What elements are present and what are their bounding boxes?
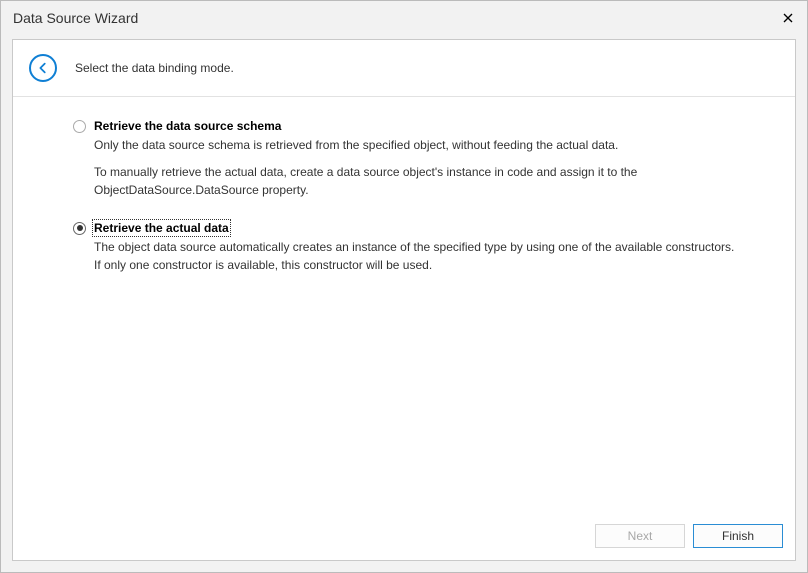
option-schema: Retrieve the data source schema Only the…	[73, 119, 735, 199]
option-actual-title: Retrieve the actual data	[94, 221, 229, 235]
option-actual-desc-1: The object data source automatically cre…	[94, 239, 735, 274]
next-button-label: Next	[628, 529, 653, 543]
title-bar: Data Source Wizard	[1, 1, 807, 35]
arrow-left-icon	[36, 61, 50, 75]
close-icon	[783, 13, 793, 23]
finish-button-label: Finish	[722, 529, 754, 543]
option-schema-desc-1: Only the data source schema is retrieved…	[94, 137, 735, 154]
option-schema-desc-2: To manually retrieve the actual data, cr…	[94, 164, 735, 199]
step-header: Select the data binding mode.	[13, 40, 795, 97]
finish-button[interactable]: Finish	[693, 524, 783, 548]
option-actual: Retrieve the actual data The object data…	[73, 221, 735, 274]
option-actual-desc: The object data source automatically cre…	[94, 239, 735, 274]
window-title: Data Source Wizard	[11, 10, 138, 26]
radio-schema[interactable]	[73, 120, 86, 133]
step-subtitle: Select the data binding mode.	[75, 61, 234, 75]
option-actual-header[interactable]: Retrieve the actual data	[73, 221, 735, 235]
content-panel: Select the data binding mode. Retrieve t…	[12, 39, 796, 561]
option-schema-header[interactable]: Retrieve the data source schema	[73, 119, 735, 133]
option-schema-desc: Only the data source schema is retrieved…	[94, 137, 735, 199]
back-button[interactable]	[29, 54, 57, 82]
footer: Next Finish	[13, 514, 795, 560]
radio-actual[interactable]	[73, 222, 86, 235]
close-button[interactable]	[779, 9, 797, 27]
wizard-window: Data Source Wizard Select the data bindi…	[0, 0, 808, 573]
options-body: Retrieve the data source schema Only the…	[13, 97, 795, 514]
next-button: Next	[595, 524, 685, 548]
option-schema-title: Retrieve the data source schema	[94, 119, 281, 133]
